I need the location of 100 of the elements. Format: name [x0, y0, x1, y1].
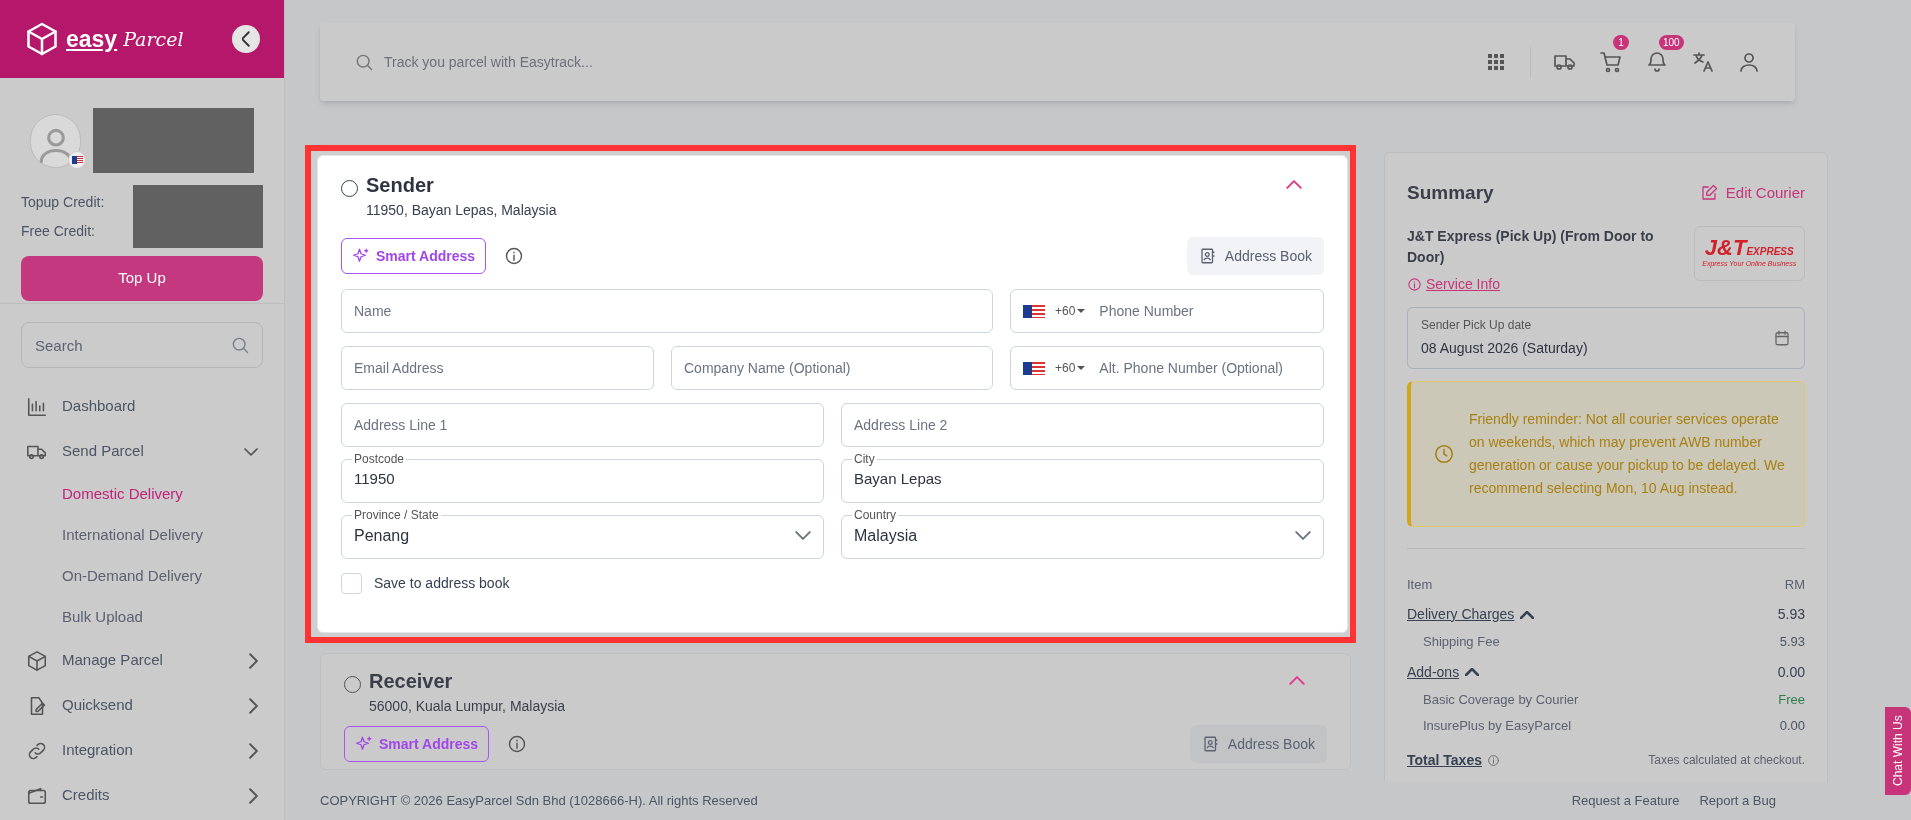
- field-value: 08 August 2026 (Saturday): [1421, 339, 1588, 358]
- dropdown-field[interactable]: Country Malaysia: [841, 508, 1324, 559]
- logo-text: Parcel: [123, 26, 184, 52]
- input-field[interactable]: Postcode 11950: [341, 452, 824, 503]
- amount: 0.00: [1779, 717, 1805, 735]
- input-field[interactable]: Address Line 1: [341, 403, 824, 447]
- input-field[interactable]: Email Address: [341, 346, 654, 390]
- card-title: Sender: [366, 173, 435, 198]
- address-summary: 11950, Bayan Lepas, Malaysia: [366, 201, 557, 220]
- info-icon: [507, 734, 528, 754]
- address-book-button[interactable]: Address Book: [1189, 725, 1327, 763]
- caret-icon: [1077, 366, 1086, 370]
- credit-label: Free Credit:: [21, 221, 96, 241]
- chevron-up-icon[interactable]: [1289, 676, 1305, 685]
- collapse-button[interactable]: [232, 25, 260, 53]
- nav-item[interactable]: Send Parcel: [0, 429, 284, 474]
- smart-address-button[interactable]: Smart Address: [341, 238, 487, 274]
- phone-field[interactable]: +60 Alt. Phone Number (Optional): [1010, 346, 1324, 390]
- footer-link[interactable]: Request a Feature: [1571, 791, 1680, 811]
- checkbox[interactable]: [341, 573, 362, 594]
- nav-item[interactable]: Integration: [0, 728, 284, 773]
- address-book-button[interactable]: Address Book: [1186, 237, 1324, 275]
- bell-icon: [1645, 50, 1669, 74]
- nav-subitem[interactable]: Bulk Upload: [0, 597, 284, 638]
- contact-book-icon: [1201, 735, 1220, 753]
- sparkle-icon: [355, 735, 373, 753]
- reminder-text: Friendly reminder: Not all courier services operate on weekends, which may prevent AWB number generation or cause your pickup to be delayed. We recommend selecting Mon, 10 Aug instead.: [1469, 409, 1786, 498]
- smart-address-button[interactable]: Smart Address: [344, 726, 490, 762]
- amount: 5.93: [1779, 633, 1805, 651]
- translate-button[interactable]: [1691, 50, 1715, 74]
- nav-item[interactable]: Quicksend: [0, 683, 284, 728]
- user-button[interactable]: [1737, 50, 1761, 74]
- info-icon: [504, 246, 525, 266]
- nav-subitem[interactable]: Domestic Delivery: [0, 474, 284, 515]
- country-code[interactable]: +60: [1055, 302, 1086, 320]
- field-value: Malaysia: [854, 525, 918, 546]
- chat-button[interactable]: Chat With Us: [1885, 707, 1911, 795]
- dropdown-field[interactable]: Province / State Penang: [341, 508, 824, 559]
- info-icon: [1486, 753, 1500, 767]
- chevron-down-icon: [795, 531, 811, 540]
- phone-field[interactable]: +60 Phone Number: [1010, 289, 1324, 333]
- search-field[interactable]: Search: [21, 322, 263, 368]
- field-label: Province / State: [353, 508, 440, 522]
- service-info-link[interactable]: Service Info: [1407, 273, 1694, 295]
- amount: 5.93: [1777, 605, 1805, 624]
- copyright-text: COPYRIGHT © 2026 EasyParcel Sdn Bhd (1028666-H). All rights Reserved: [320, 792, 759, 811]
- track-search-field[interactable]: Track you parcel with Easytrack...: [384, 51, 984, 73]
- line-item-label: InsurePlus by EasyParcel: [1423, 717, 1572, 735]
- input-field[interactable]: Address Line 2: [841, 403, 1324, 447]
- cart-icon: [1599, 50, 1623, 74]
- input-field[interactable]: Company Name (Optional): [671, 346, 993, 390]
- logo-text: easy: [66, 24, 118, 54]
- user-icon: [1737, 50, 1761, 74]
- logo-text: EXPRESS: [1746, 245, 1794, 259]
- logo-text: J&T: [1704, 236, 1747, 259]
- courier-name: J&T Express (Pick Up) (From Door to Door): [1407, 226, 1655, 267]
- count-badge: 1: [1613, 35, 1629, 50]
- flag-icon: [1023, 304, 1045, 318]
- credit-label: Topup Credit:: [21, 192, 106, 212]
- input-field[interactable]: City Bayan Lepas: [841, 452, 1324, 503]
- summary-title: Summary: [1407, 181, 1494, 205]
- field-label: City: [853, 452, 876, 466]
- edit-icon: [1699, 184, 1718, 203]
- flag-icon: [1023, 361, 1045, 375]
- column-header: Item: [1407, 575, 1433, 594]
- search-icon: [230, 335, 250, 355]
- count-badge: 100: [1659, 35, 1684, 50]
- country-code[interactable]: +60: [1055, 359, 1086, 377]
- field-value: Bayan Lepas: [854, 469, 942, 490]
- input-field[interactable]: Name: [341, 289, 993, 333]
- nav-item[interactable]: Credits: [0, 773, 284, 818]
- chevron-up-icon[interactable]: [1286, 180, 1302, 189]
- cart-button[interactable]: [1599, 50, 1623, 74]
- tax-note: Taxes calculated at checkout.: [1648, 752, 1805, 769]
- bar-chart-icon: [26, 395, 48, 418]
- nav-item[interactable]: Manage Parcel: [0, 638, 284, 683]
- amount: Free: [1778, 690, 1805, 709]
- expand-toggle[interactable]: Add-ons: [1407, 661, 1480, 683]
- checkbox-label: Save to address book: [374, 574, 510, 593]
- cube-icon: [26, 649, 48, 672]
- chevron-down-icon: [1295, 531, 1311, 540]
- field-value: 11950: [354, 469, 395, 490]
- nav-subitem[interactable]: International Delivery: [0, 515, 284, 556]
- chevron-left-icon: [241, 31, 251, 47]
- nav-subitem[interactable]: On-Demand Delivery: [0, 556, 284, 597]
- card-title: Receiver: [369, 669, 454, 694]
- cube-icon: [24, 21, 60, 57]
- field-label: Postcode: [353, 452, 406, 466]
- footer-link[interactable]: Report a Bug: [1699, 791, 1776, 811]
- edit-courier-button[interactable]: Edit Courier: [1699, 182, 1805, 205]
- line-item-label: Basic Coverage by Courier: [1423, 690, 1579, 709]
- total-taxes-label: Total Taxes: [1407, 750, 1482, 770]
- calendar-icon: [1773, 328, 1791, 347]
- top-up-button[interactable]: Top Up: [21, 256, 263, 301]
- date-field[interactable]: Sender Pick Up date 08 August 2026 (Saturday): [1407, 306, 1805, 369]
- bell-button[interactable]: [1645, 50, 1669, 74]
- nav-item[interactable]: Dashboard: [0, 384, 284, 429]
- expand-toggle[interactable]: Delivery Charges: [1407, 604, 1535, 625]
- caret-icon: [1077, 309, 1086, 313]
- field-label: Country: [853, 508, 898, 522]
